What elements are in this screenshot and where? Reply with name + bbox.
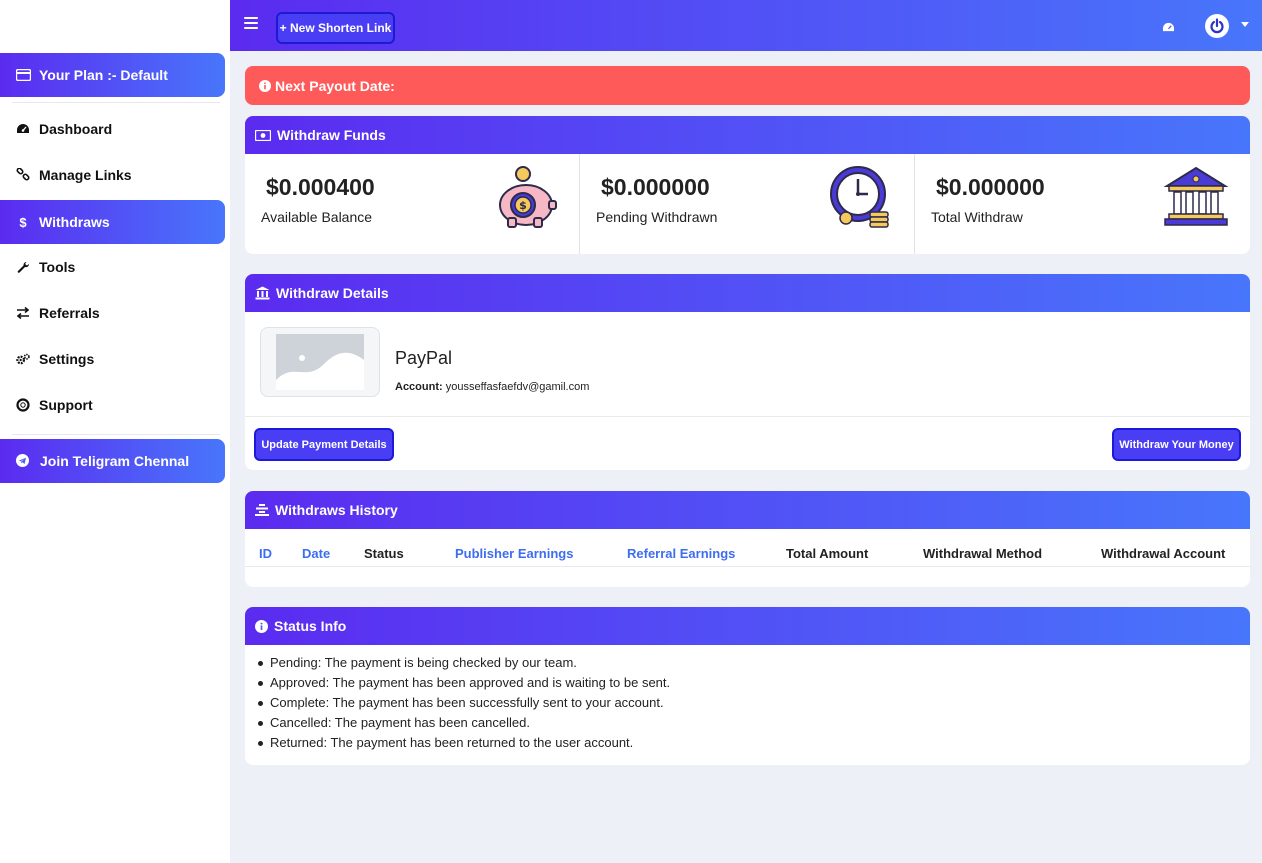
gears-icon [16, 352, 30, 366]
wrench-icon [16, 260, 30, 274]
column-header-publisher-earnings[interactable]: Publisher Earnings [455, 546, 573, 561]
info-circle-icon [259, 79, 271, 92]
hamburger-menu-icon[interactable] [244, 17, 258, 29]
card-title: Withdraw Funds [277, 127, 386, 143]
sidebar-item-label: Dashboard [39, 121, 113, 137]
sidebar-item-label: Referrals [39, 305, 100, 321]
clock-coins-icon [828, 164, 894, 235]
user-avatar-power-icon[interactable] [1205, 14, 1229, 38]
status-info-list: Pending: The payment is being checked by… [257, 653, 670, 753]
card-header: Withdraw Funds [245, 116, 1250, 154]
stat-label: Pending Withdrawn [596, 209, 718, 225]
chevron-down-icon[interactable] [1241, 22, 1249, 27]
payment-method-name: PayPal [395, 348, 453, 368]
sidebar-item-manage-links[interactable]: Manage Links [0, 153, 225, 197]
stat-pending-withdrawn: $0.000000 Pending Withdrawn [580, 154, 915, 254]
dashboard-icon [16, 122, 30, 136]
withdraw-details-card: Withdraw Details PayPal Account: youssef… [245, 274, 1250, 470]
sidebar-item-label: Withdraws [39, 214, 110, 230]
card-title: Withdraw Details [276, 285, 389, 301]
stat-available-balance: $0.000400 Available Balance $ [245, 154, 580, 254]
sidebar-divider [12, 102, 220, 103]
withdraws-history-card: Withdraws History ID Date Status Publish… [245, 491, 1250, 587]
list-item: Complete: The payment has been successfu… [257, 693, 670, 713]
status-info-card: Status Info Pending: The payment is bein… [245, 607, 1250, 765]
column-header-total-amount: Total Amount [786, 546, 869, 561]
plan-badge[interactable]: Your Plan :- Default [0, 53, 225, 97]
payout-alert: Next Payout Date: [245, 66, 1250, 105]
stat-label: Total Withdraw [931, 209, 1023, 225]
stat-amount: $0.000400 [266, 174, 375, 200]
sidebar-item-settings[interactable]: Settings [0, 337, 225, 381]
column-header-id[interactable]: ID [259, 546, 272, 561]
table-divider [245, 566, 1250, 567]
piggy-bank-icon: $ [493, 164, 559, 235]
column-header-withdrawal-account: Withdrawal Account [1101, 546, 1226, 561]
sidebar: Your Plan :- Default Dashboard Manage Li… [0, 0, 230, 863]
account-label: Account: [395, 381, 443, 393]
stat-total-withdraw: $0.000000 Total Withdraw [915, 154, 1250, 254]
svg-text:$: $ [519, 199, 527, 212]
sidebar-item-withdraws[interactable]: $ Withdraws [0, 200, 225, 244]
payment-method-image [260, 327, 380, 397]
info-circle-icon [255, 619, 268, 633]
stat-amount: $0.000000 [601, 174, 710, 200]
payment-account: Account: youssef​fasfaefdv@gamil.com [395, 381, 589, 393]
credit-card-icon [16, 69, 31, 81]
life-ring-icon [16, 398, 30, 412]
exchange-icon [16, 306, 30, 320]
telegram-label: Join Teligram Chennal [40, 453, 190, 469]
column-header-withdrawal-method: Withdrawal Method [923, 546, 1043, 561]
sidebar-item-label: Manage Links [39, 167, 132, 183]
card-title: Status Info [274, 618, 347, 634]
list-item: Approved: The payment has been approved … [257, 673, 670, 693]
update-payment-details-button[interactable]: Update Payment Details [254, 428, 394, 461]
card-header: Withdraw Details [245, 274, 1250, 312]
telegram-icon [16, 454, 30, 468]
money-bill-icon [255, 129, 271, 141]
card-header: Status Info [245, 607, 1250, 645]
withdraw-your-money-button[interactable]: Withdraw Your Money [1112, 428, 1241, 461]
account-value: youssef​fasfaefdv@gamil.com [445, 381, 590, 393]
stat-amount: $0.000000 [936, 174, 1045, 200]
topbar: + New Shorten Link [230, 0, 1262, 51]
list-item: Returned: The payment has been returned … [257, 733, 670, 753]
bank-icon [255, 286, 270, 300]
card-title: Withdraws History [275, 502, 398, 518]
sidebar-item-label: Tools [39, 259, 76, 275]
dashboard-icon[interactable] [1162, 20, 1175, 38]
bank-building-icon [1163, 164, 1229, 235]
new-shorten-link-button[interactable]: + New Shorten Link [276, 12, 395, 44]
alert-text: Next Payout Date: [275, 77, 395, 94]
sidebar-divider [12, 434, 220, 435]
sidebar-item-referrals[interactable]: Referrals [0, 291, 225, 335]
telegram-button[interactable]: Join Teligram Chennal [0, 439, 225, 483]
list-item: Pending: The payment is being checked by… [257, 653, 670, 673]
link-icon [16, 168, 30, 182]
column-header-status: Status [364, 546, 404, 561]
list-item: Cancelled: The payment has been cancelle… [257, 713, 670, 733]
sidebar-item-dashboard[interactable]: Dashboard [0, 107, 225, 151]
divider [245, 416, 1250, 417]
dollar-icon: $ [19, 214, 27, 230]
sidebar-item-tools[interactable]: Tools [0, 245, 225, 289]
sidebar-item-label: Settings [39, 351, 95, 367]
sidebar-item-support[interactable]: Support [0, 383, 225, 427]
sidebar-item-label: Support [39, 397, 93, 413]
column-header-referral-earnings[interactable]: Referral Earnings [627, 546, 735, 561]
card-header: Withdraws History [245, 491, 1250, 529]
plan-label: Your Plan :- Default [39, 67, 168, 83]
column-header-date[interactable]: Date [302, 546, 330, 561]
stat-label: Available Balance [261, 209, 373, 225]
list-alt-icon [255, 504, 269, 516]
withdraw-funds-card: Withdraw Funds $0.000400 Available Balan… [245, 116, 1250, 254]
